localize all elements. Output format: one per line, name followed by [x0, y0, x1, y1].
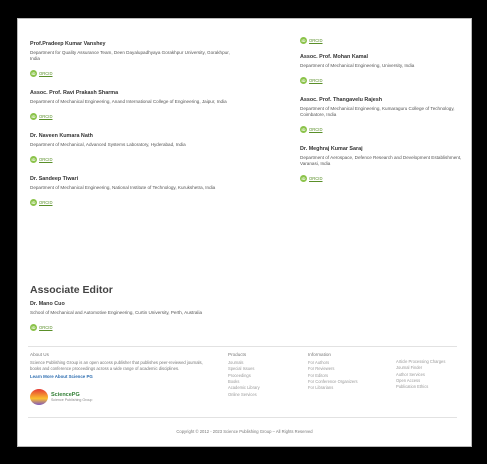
learn-more-link[interactable]: Learn More About Science PG — [30, 374, 215, 379]
editor-card: Assoc. Prof. Mohan Kamal Department of M… — [300, 54, 462, 87]
editor-affiliation: Department of Mechanical Engineering, Un… — [300, 62, 415, 68]
orcid-link[interactable]: iD ORCID — [300, 126, 323, 134]
editor-card: Dr. Meghraj Kumar Saraj Department of Ae… — [300, 146, 462, 185]
editor-affiliation: Department of Mechanical, Advanced Syste… — [30, 141, 186, 147]
orcid-link[interactable]: iD ORCID — [30, 198, 53, 206]
editor-affiliation: School of Mechanical and Automotive Engi… — [30, 309, 203, 315]
orcid-label: ORCID — [309, 127, 323, 133]
orcid-icon: iD — [300, 76, 307, 84]
orcid-label: ORCID — [39, 157, 53, 162]
footer-products-heading: Products — [228, 352, 247, 357]
footer-information: Information For Authors For Reviewers Fo… — [308, 352, 388, 392]
editor-name[interactable]: Dr. Sandeep Tiwari — [30, 176, 240, 183]
editor-name[interactable]: Assoc. Prof. Mohan Kamal — [300, 54, 462, 61]
editor-affiliation: Department for Quality Assurance Team, D… — [30, 49, 230, 61]
orcid-link[interactable]: iD ORCID — [30, 113, 53, 121]
editor-card: Assoc. Prof. Thangavelu Rajesh Departmen… — [300, 97, 462, 136]
footer-about-heading: About Us — [30, 352, 49, 357]
orcid-icon: iD — [30, 323, 37, 331]
orcid-label: ORCID — [39, 71, 53, 77]
editor-affiliation: Department of Mechanical Engineering, Na… — [30, 184, 216, 190]
orcid-link[interactable]: iD ORCID — [30, 323, 53, 331]
orcid-label: ORCID — [39, 324, 53, 330]
sciencepg-logo[interactable]: SciencePG Science Publishing Group — [30, 389, 92, 405]
logo-subtext: Science Publishing Group — [51, 398, 93, 402]
orcid-link[interactable]: iD ORCID — [300, 76, 323, 84]
copyright-text: Copyright © 2012 - 2023 Science Publishi… — [176, 429, 313, 434]
footer-services: Article Processing Charges Journal Finde… — [396, 359, 468, 391]
editor-name[interactable]: Dr. Naveen Kumara Nath — [30, 133, 240, 140]
footer-link[interactable]: Online Services — [228, 392, 298, 398]
orcid-icon: iD — [30, 113, 37, 121]
copyright-divider — [28, 417, 457, 418]
editor-name[interactable]: Assoc. Prof. Thangavelu Rajesh — [300, 97, 462, 104]
associate-editor-card: Dr. Mano Cuo School of Mechanical and Au… — [30, 301, 245, 334]
editor-affiliation: Department of Aerospace, Defence Researc… — [300, 154, 462, 166]
orcid-icon: iD — [300, 37, 307, 44]
orcid-label: ORCID — [309, 38, 323, 43]
editor-name[interactable]: Assoc. Prof. Ravi Prakash Sharma — [30, 90, 240, 97]
editor-name[interactable]: Prof.Pradeep Kumar Vanshey — [30, 41, 240, 48]
footer-products: Products Journals Special Issues Proceed… — [228, 352, 298, 398]
page-container: Prof.Pradeep Kumar Vanshey Department fo… — [17, 18, 472, 447]
footer-about: About Us Science Publishing Group is an … — [30, 352, 215, 379]
associate-editor-heading: Associate Editor — [30, 284, 113, 296]
orcid-label: ORCID — [309, 77, 323, 83]
footer-about-text: Science Publishing Group is an open acce… — [30, 360, 203, 371]
orcid-icon: iD — [30, 198, 37, 206]
orcid-link[interactable]: iD ORCID — [30, 156, 53, 163]
editors-left-column: Prof.Pradeep Kumar Vanshey Department fo… — [30, 41, 240, 219]
orcid-link[interactable]: iD ORCID — [30, 70, 53, 78]
editor-card: Prof.Pradeep Kumar Vanshey Department fo… — [30, 41, 240, 80]
footer-link[interactable]: Publication Ethics — [396, 384, 468, 390]
orcid-icon: iD — [300, 175, 307, 183]
footer-link[interactable]: For Librarians — [308, 385, 388, 391]
editor-card: Assoc. Prof. Ravi Prakash Sharma Departm… — [30, 90, 240, 123]
editor-affiliation: Department of Mechanical Engineering, An… — [30, 98, 227, 104]
editor-card: Dr. Naveen Kumara Nath Department of Mec… — [30, 133, 240, 166]
logo-icon — [30, 389, 48, 405]
editors-right-column: iD ORCID Assoc. Prof. Mohan Kamal Departm… — [300, 29, 462, 195]
orcid-icon: iD — [30, 70, 37, 78]
footer-information-heading: Information — [308, 352, 331, 357]
orcid-icon: iD — [300, 126, 307, 134]
orcid-link[interactable]: iD ORCID — [300, 175, 323, 183]
editor-affiliation: Department of Mechanical Engineering, Ku… — [300, 105, 455, 117]
orcid-label: ORCID — [39, 199, 53, 205]
editor-name[interactable]: Dr. Mano Cuo — [30, 301, 245, 308]
footer-divider — [28, 346, 457, 347]
orcid-label: ORCID — [309, 176, 323, 182]
editor-name[interactable]: Dr. Meghraj Kumar Saraj — [300, 146, 462, 153]
orcid-icon: iD — [30, 156, 37, 163]
orcid-link[interactable]: iD ORCID — [300, 37, 323, 44]
editor-card: Dr. Sandeep Tiwari Department of Mechani… — [30, 176, 240, 209]
orcid-label: ORCID — [39, 114, 53, 120]
